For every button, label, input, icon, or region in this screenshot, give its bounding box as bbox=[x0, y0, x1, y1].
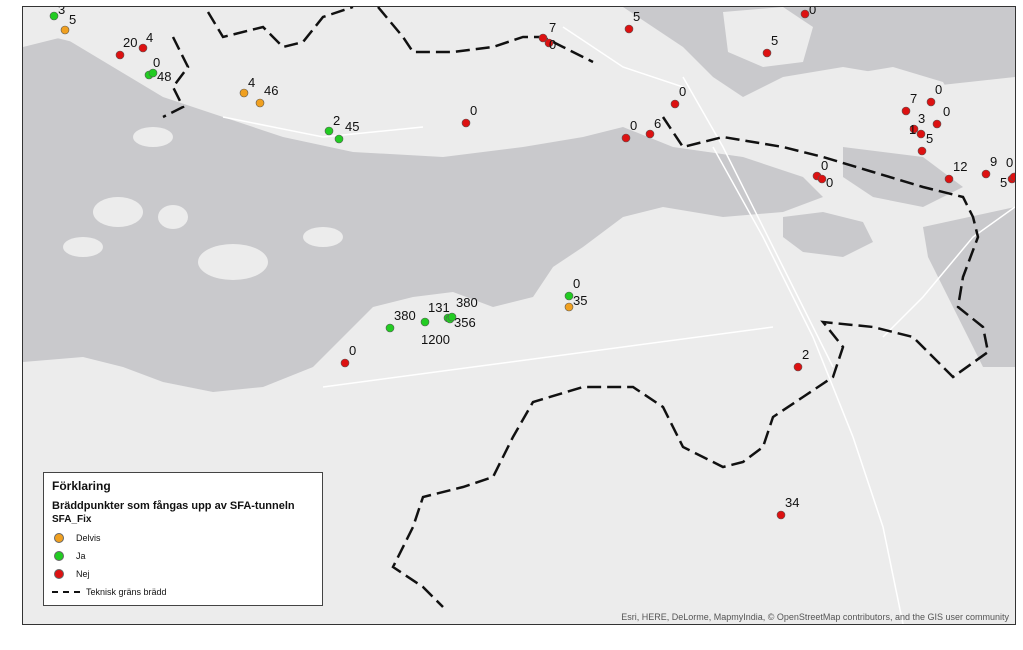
legend-item-nej: Nej bbox=[52, 565, 314, 583]
point-marker-delvis[interactable] bbox=[564, 302, 574, 312]
point-label: 12 bbox=[953, 159, 967, 174]
point-label: 131 bbox=[428, 300, 450, 315]
point-label: 5 bbox=[633, 9, 640, 24]
point-label: 380 bbox=[394, 308, 416, 323]
point-marker-nej[interactable] bbox=[793, 362, 803, 372]
point-marker-nej[interactable] bbox=[932, 119, 942, 129]
point-label: 0 bbox=[943, 104, 950, 119]
point-label: 356 bbox=[454, 315, 476, 330]
point-marker-nej[interactable] bbox=[817, 174, 827, 184]
legend: Förklaring Bräddpunkter som fångas upp a… bbox=[43, 472, 323, 606]
legend-item-label: Teknisk gräns brädd bbox=[86, 587, 167, 597]
point-label: 5 bbox=[926, 131, 933, 146]
point-marker-nej[interactable] bbox=[776, 510, 786, 520]
point-label: 0 bbox=[630, 118, 637, 133]
point-label: 0 bbox=[349, 343, 356, 358]
point-marker-nej[interactable] bbox=[1009, 172, 1015, 182]
legend-item-label: Ja bbox=[76, 551, 86, 561]
legend-item-ja: Ja bbox=[52, 547, 314, 565]
point-label: 7 bbox=[549, 20, 556, 35]
point-label: 46 bbox=[264, 83, 278, 98]
point-marker-nej[interactable] bbox=[621, 133, 631, 143]
point-marker-nej[interactable] bbox=[461, 118, 471, 128]
point-label: 35 bbox=[573, 293, 587, 308]
point-marker-nej[interactable] bbox=[670, 99, 680, 109]
map-attribution: Esri, HERE, DeLorme, MapmyIndia, © OpenS… bbox=[621, 612, 1009, 622]
point-label: 1200 bbox=[421, 332, 450, 347]
legend-subtitle: Bräddpunkter som fångas upp av SFA-tunne… bbox=[52, 500, 295, 512]
point-label: 5 bbox=[1000, 175, 1007, 190]
point-label: 4 bbox=[248, 75, 255, 90]
point-marker-nej[interactable] bbox=[115, 50, 125, 60]
point-label: 34 bbox=[785, 495, 799, 510]
point-marker-ja[interactable] bbox=[334, 134, 344, 144]
point-marker-delvis[interactable] bbox=[60, 25, 70, 35]
point-label: 20 bbox=[123, 35, 137, 50]
point-marker-nej[interactable] bbox=[981, 169, 991, 179]
point-label: 0 bbox=[470, 103, 477, 118]
point-marker-nej[interactable] bbox=[645, 129, 655, 139]
legend-title: Förklaring bbox=[52, 479, 111, 493]
point-label: 0 bbox=[826, 175, 833, 190]
point-label: 0 bbox=[153, 55, 160, 70]
point-label: 0 bbox=[679, 84, 686, 99]
point-marker-ja[interactable] bbox=[49, 11, 59, 21]
point-marker-nej[interactable] bbox=[138, 43, 148, 53]
point-label: 9 bbox=[990, 154, 997, 169]
point-marker-ja[interactable] bbox=[385, 323, 395, 333]
point-marker-nej[interactable] bbox=[624, 24, 634, 34]
point-marker-nej[interactable] bbox=[926, 97, 936, 107]
point-marker-nej[interactable] bbox=[916, 129, 926, 139]
point-marker-ja[interactable] bbox=[324, 126, 334, 136]
point-marker-nej[interactable] bbox=[762, 48, 772, 58]
point-label: 1 bbox=[909, 122, 916, 137]
point-label: 0 bbox=[821, 158, 828, 173]
point-marker-nej[interactable] bbox=[917, 146, 927, 156]
red-dot-icon bbox=[54, 569, 64, 579]
point-marker-nej[interactable] bbox=[340, 358, 350, 368]
point-marker-ja[interactable] bbox=[564, 291, 574, 301]
point-label: 380 bbox=[456, 295, 478, 310]
legend-item-label: Delvis bbox=[76, 533, 101, 543]
point-label: 6 bbox=[654, 116, 661, 131]
point-marker-ja[interactable] bbox=[420, 317, 430, 327]
point-label: 3 bbox=[918, 111, 925, 126]
point-marker-ja[interactable] bbox=[447, 312, 457, 322]
point-label: 45 bbox=[345, 119, 359, 134]
point-label: 2 bbox=[333, 113, 340, 128]
point-marker-delvis[interactable] bbox=[255, 98, 265, 108]
point-label: 3 bbox=[58, 7, 65, 17]
point-marker-nej[interactable] bbox=[901, 106, 911, 116]
point-label: 7 bbox=[910, 91, 917, 106]
green-dot-icon bbox=[54, 551, 64, 561]
point-marker-nej[interactable] bbox=[800, 9, 810, 19]
point-label: 0 bbox=[549, 37, 556, 52]
point-label: 5 bbox=[69, 12, 76, 27]
orange-dot-icon bbox=[54, 533, 64, 543]
point-marker-delvis[interactable] bbox=[239, 88, 249, 98]
point-label: 5 bbox=[771, 33, 778, 48]
legend-item-label: Nej bbox=[76, 569, 90, 579]
point-marker-ja[interactable] bbox=[148, 68, 158, 78]
legend-item-line: Teknisk gräns brädd bbox=[52, 583, 314, 601]
point-marker-nej[interactable] bbox=[944, 174, 954, 184]
legend-field: SFA_Fix bbox=[52, 514, 92, 525]
map-frame: 5 4 46 35 3 0 48 2 45 380 1200 131 356 380 0 20 4 7 0 5 0 5 0 0… bbox=[22, 6, 1016, 625]
point-label: 4 bbox=[146, 30, 153, 45]
point-label: 2 bbox=[802, 347, 809, 362]
dashed-line-icon bbox=[52, 591, 80, 593]
point-label: 0 bbox=[573, 276, 580, 291]
legend-item-delvis: Delvis bbox=[52, 529, 314, 547]
point-label: 48 bbox=[157, 69, 171, 84]
point-label: 0 bbox=[1006, 155, 1013, 170]
point-label: 0 bbox=[809, 7, 816, 17]
point-label: 0 bbox=[935, 82, 942, 97]
